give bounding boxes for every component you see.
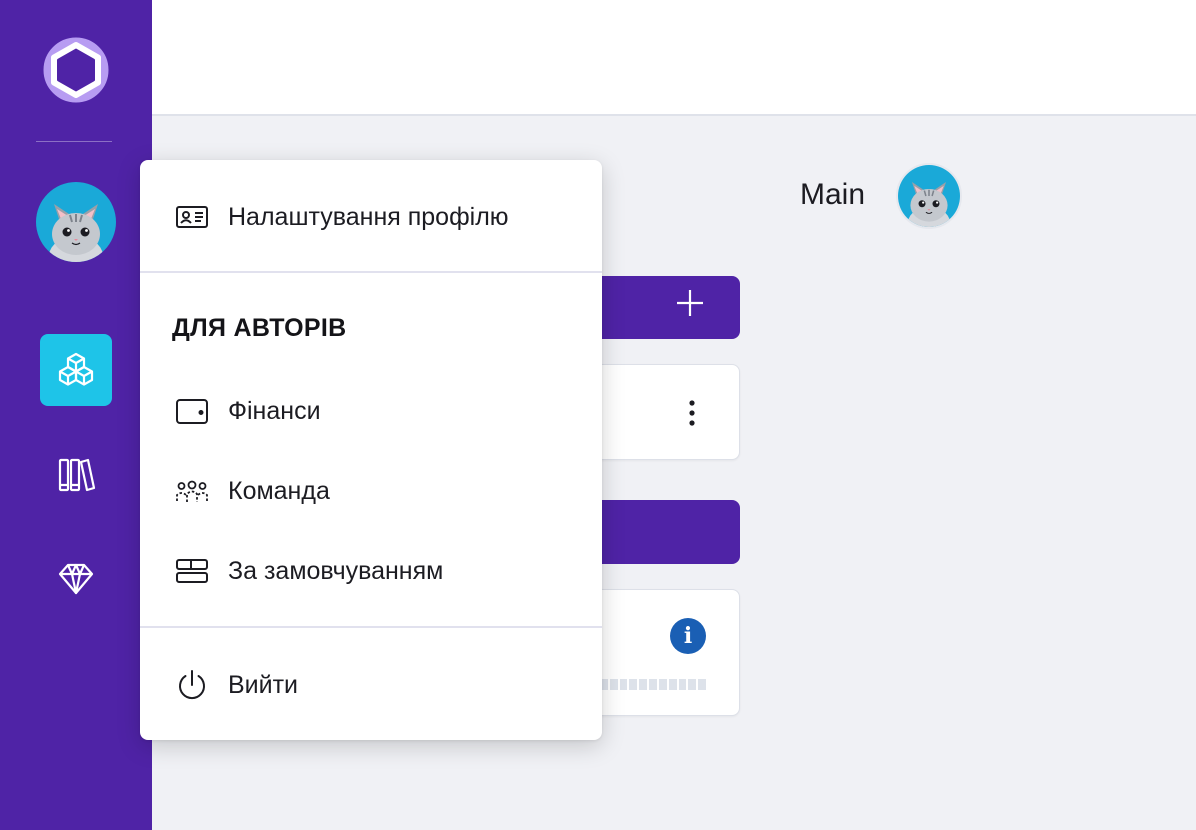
menu-item-label: За замовчуванням [228,556,444,585]
profile-dropdown-menu: Налаштування профілю ДЛЯ АВТОРІВ Фінанси… [140,160,602,740]
menu-item-logout[interactable]: Вийти [140,655,602,715]
plus-icon [677,290,703,316]
menu-item-label: Вийти [228,670,299,699]
workspace-avatar[interactable] [896,163,962,229]
user-avatar-button[interactable] [36,182,116,262]
menu-item-finances[interactable]: Фінанси [140,381,602,441]
wallet-icon [174,393,210,429]
power-icon [174,667,210,703]
menu-divider [140,271,602,273]
layout-icon [174,553,210,589]
more-vertical-icon[interactable] [689,399,695,427]
info-icon[interactable]: i [670,618,706,654]
cat-avatar-icon [898,165,960,227]
app-logo[interactable] [38,32,114,108]
cat-avatar-icon [36,182,116,262]
sidebar [0,0,152,830]
library-books-icon [58,458,96,492]
diamond-icon [58,563,94,595]
team-icon [174,473,210,509]
sidebar-item-projects[interactable] [40,334,112,406]
menu-item-label: Фінанси [228,396,321,425]
menu-item-default[interactable]: За замовчуванням [140,541,602,601]
progress-bar [600,679,706,690]
menu-divider [140,626,602,628]
menu-section-title: ДЛЯ АВТОРІВ [172,314,347,342]
cubes-icon [58,352,94,386]
sidebar-divider [36,141,112,142]
hexagon-ring-logo-icon [43,37,109,103]
top-bar [152,0,1196,116]
menu-item-label: Налаштування профілю [228,202,509,231]
menu-item-profile-settings[interactable]: Налаштування профілю [140,187,602,247]
menu-item-team[interactable]: Команда [140,461,602,521]
menu-item-label: Команда [228,476,330,505]
sidebar-item-premium[interactable] [40,541,112,613]
sidebar-item-library[interactable] [40,438,112,510]
id-card-icon [174,199,210,235]
page-title: Main [800,178,866,211]
